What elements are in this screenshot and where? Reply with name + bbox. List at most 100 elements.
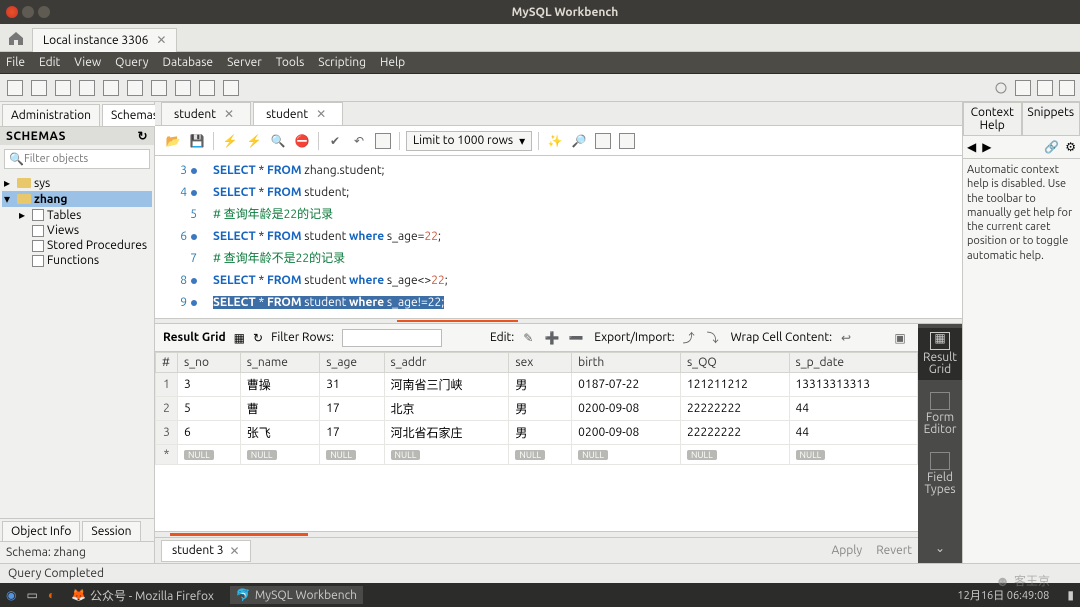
column-header[interactable]: s_name xyxy=(240,353,319,373)
toggle-secondary-icon[interactable] xyxy=(1058,79,1076,97)
table-row[interactable]: 36张飞17河北省石家庄男0200-09-082222222244 xyxy=(156,421,918,445)
sql-tab-1[interactable]: student✕ xyxy=(161,102,251,125)
home-icon[interactable] xyxy=(6,28,26,48)
menu-help[interactable]: Help xyxy=(380,56,405,69)
close-icon[interactable]: ✕ xyxy=(230,544,240,558)
new-table-icon[interactable] xyxy=(102,79,120,97)
apply-button[interactable]: Apply xyxy=(831,544,862,557)
show-apps-icon[interactable]: ◉ xyxy=(6,588,16,602)
power-icon[interactable]: ▮ xyxy=(1067,588,1074,602)
close-icon[interactable]: ✕ xyxy=(224,107,234,121)
window-close-button[interactable] xyxy=(6,6,18,18)
find-icon[interactable]: 🔎 xyxy=(569,131,589,151)
execute-icon[interactable]: ⚡ xyxy=(220,131,240,151)
add-row-icon[interactable]: ➕ xyxy=(542,328,562,348)
view-result-grid[interactable]: ▦Result Grid xyxy=(918,328,962,380)
close-icon[interactable]: ✕ xyxy=(316,107,326,121)
view-form-editor[interactable]: Form Editor xyxy=(918,388,962,440)
column-header[interactable]: s_p_date xyxy=(789,353,917,373)
column-header[interactable]: birth xyxy=(572,353,681,373)
sql-editor[interactable]: 3SELECT * FROM zhang.student; 4SELECT * … xyxy=(155,156,962,318)
tab-session[interactable]: Session xyxy=(82,521,140,541)
menu-view[interactable]: View xyxy=(74,56,101,69)
window-maximize-button[interactable] xyxy=(38,6,50,18)
table-row-new[interactable]: *NULLNULLNULLNULLNULLNULLNULLNULL xyxy=(156,445,918,465)
tree-stored-procedures[interactable]: Stored Procedures xyxy=(2,238,152,253)
result-tab-1[interactable]: student 3✕ xyxy=(161,540,251,562)
files-icon[interactable]: ▭ xyxy=(26,588,37,602)
open-file-icon[interactable]: 📂 xyxy=(163,131,183,151)
new-sql-tab-icon[interactable] xyxy=(6,79,24,97)
tree-views[interactable]: Views xyxy=(2,223,152,238)
invisible-chars-icon[interactable] xyxy=(593,131,613,151)
toggle-panel-1-icon[interactable] xyxy=(992,79,1010,97)
toggle-output-icon[interactable] xyxy=(1036,79,1054,97)
new-schema-icon[interactable] xyxy=(78,79,96,97)
editor-grid-splitter[interactable] xyxy=(155,318,962,324)
rollback-icon[interactable]: ↶ xyxy=(349,131,369,151)
view-field-types[interactable]: Field Types xyxy=(918,448,962,500)
tab-snippets[interactable]: Snippets xyxy=(1022,102,1080,135)
refresh-icon[interactable]: ↻ xyxy=(253,331,263,345)
new-procedure-icon[interactable] xyxy=(150,79,168,97)
execute-current-icon[interactable]: ⚡ xyxy=(244,131,264,151)
column-header[interactable]: # xyxy=(156,353,178,373)
export-icon[interactable]: ⤴ xyxy=(679,328,699,348)
new-function-icon[interactable] xyxy=(174,79,192,97)
stop-icon[interactable]: ⛔ xyxy=(292,131,312,151)
tree-tables[interactable]: ▸Tables xyxy=(2,207,152,223)
tab-object-info[interactable]: Object Info xyxy=(2,521,80,541)
schema-filter[interactable]: 🔍 xyxy=(4,149,150,169)
window-minimize-button[interactable] xyxy=(22,6,34,18)
save-file-icon[interactable]: 💾 xyxy=(187,131,207,151)
import-icon[interactable]: ⤵ xyxy=(703,328,723,348)
wrap-cell-icon[interactable]: ↩ xyxy=(836,328,856,348)
tree-schema-sys[interactable]: ▸sys xyxy=(2,175,152,191)
menu-file[interactable]: File xyxy=(6,56,25,69)
column-header[interactable]: s_no xyxy=(178,353,241,373)
tab-administration[interactable]: Administration xyxy=(2,104,100,126)
firefox-icon[interactable]: ◐ xyxy=(48,588,55,602)
result-grid[interactable]: #s_nos_names_ages_addrsexbirths_QQs_p_da… xyxy=(155,352,918,531)
task-workbench[interactable]: 🐬MySQL Workbench xyxy=(230,586,363,604)
open-sql-icon[interactable] xyxy=(30,79,48,97)
collapse-side-icon[interactable]: ⌄ xyxy=(931,539,949,559)
help-back-icon[interactable]: ◀ xyxy=(967,140,976,154)
close-icon[interactable]: ✕ xyxy=(156,33,166,47)
revert-button[interactable]: Revert xyxy=(876,544,912,557)
tree-schema-zhang[interactable]: ▾zhang xyxy=(2,191,152,207)
column-header[interactable]: s_age xyxy=(320,353,384,373)
menu-tools[interactable]: Tools xyxy=(276,56,305,69)
table-row[interactable]: 25曹17北京男0200-09-082222222244 xyxy=(156,397,918,421)
help-auto-icon[interactable]: ⚙ xyxy=(1065,140,1076,154)
menu-query[interactable]: Query xyxy=(115,56,148,69)
sql-tab-2[interactable]: student✕ xyxy=(253,102,343,125)
column-header[interactable]: s_addr xyxy=(384,353,509,373)
explain-icon[interactable]: 🔍 xyxy=(268,131,288,151)
maximize-grid-icon[interactable]: ▣ xyxy=(890,328,910,348)
help-forward-icon[interactable]: ▶ xyxy=(982,140,991,154)
autocommit-toggle-icon[interactable] xyxy=(373,131,393,151)
menu-edit[interactable]: Edit xyxy=(39,56,60,69)
delete-row-icon[interactable]: ➖ xyxy=(566,328,586,348)
menu-server[interactable]: Server xyxy=(227,56,262,69)
new-view-icon[interactable] xyxy=(126,79,144,97)
filter-rows-input[interactable] xyxy=(342,329,442,347)
menu-database[interactable]: Database xyxy=(163,56,214,69)
column-header[interactable]: sex xyxy=(509,353,572,373)
beautify-icon[interactable]: ✨ xyxy=(545,131,565,151)
tab-context-help[interactable]: Context Help xyxy=(963,102,1022,135)
table-row[interactable]: 13曹操31河南省三门峡男0187-07-2212121121213313313… xyxy=(156,373,918,397)
help-link-icon[interactable]: 🔗 xyxy=(1044,140,1059,154)
schema-filter-input[interactable] xyxy=(24,153,145,165)
edit-row-icon[interactable]: ✎ xyxy=(518,328,538,348)
row-limit-dropdown[interactable]: Limit to 1000 rows▾ xyxy=(406,131,532,151)
reconnect-icon[interactable] xyxy=(222,79,240,97)
inspector-icon[interactable] xyxy=(54,79,72,97)
connection-tab[interactable]: Local instance 3306 ✕ xyxy=(32,28,177,52)
menu-scripting[interactable]: Scripting xyxy=(318,56,366,69)
task-firefox[interactable]: 🦊公众号 - Mozilla Firefox xyxy=(65,585,220,606)
schemas-refresh-icon[interactable]: ↻ xyxy=(137,129,148,143)
wrap-icon[interactable] xyxy=(617,131,637,151)
commit-icon[interactable]: ✔ xyxy=(325,131,345,151)
